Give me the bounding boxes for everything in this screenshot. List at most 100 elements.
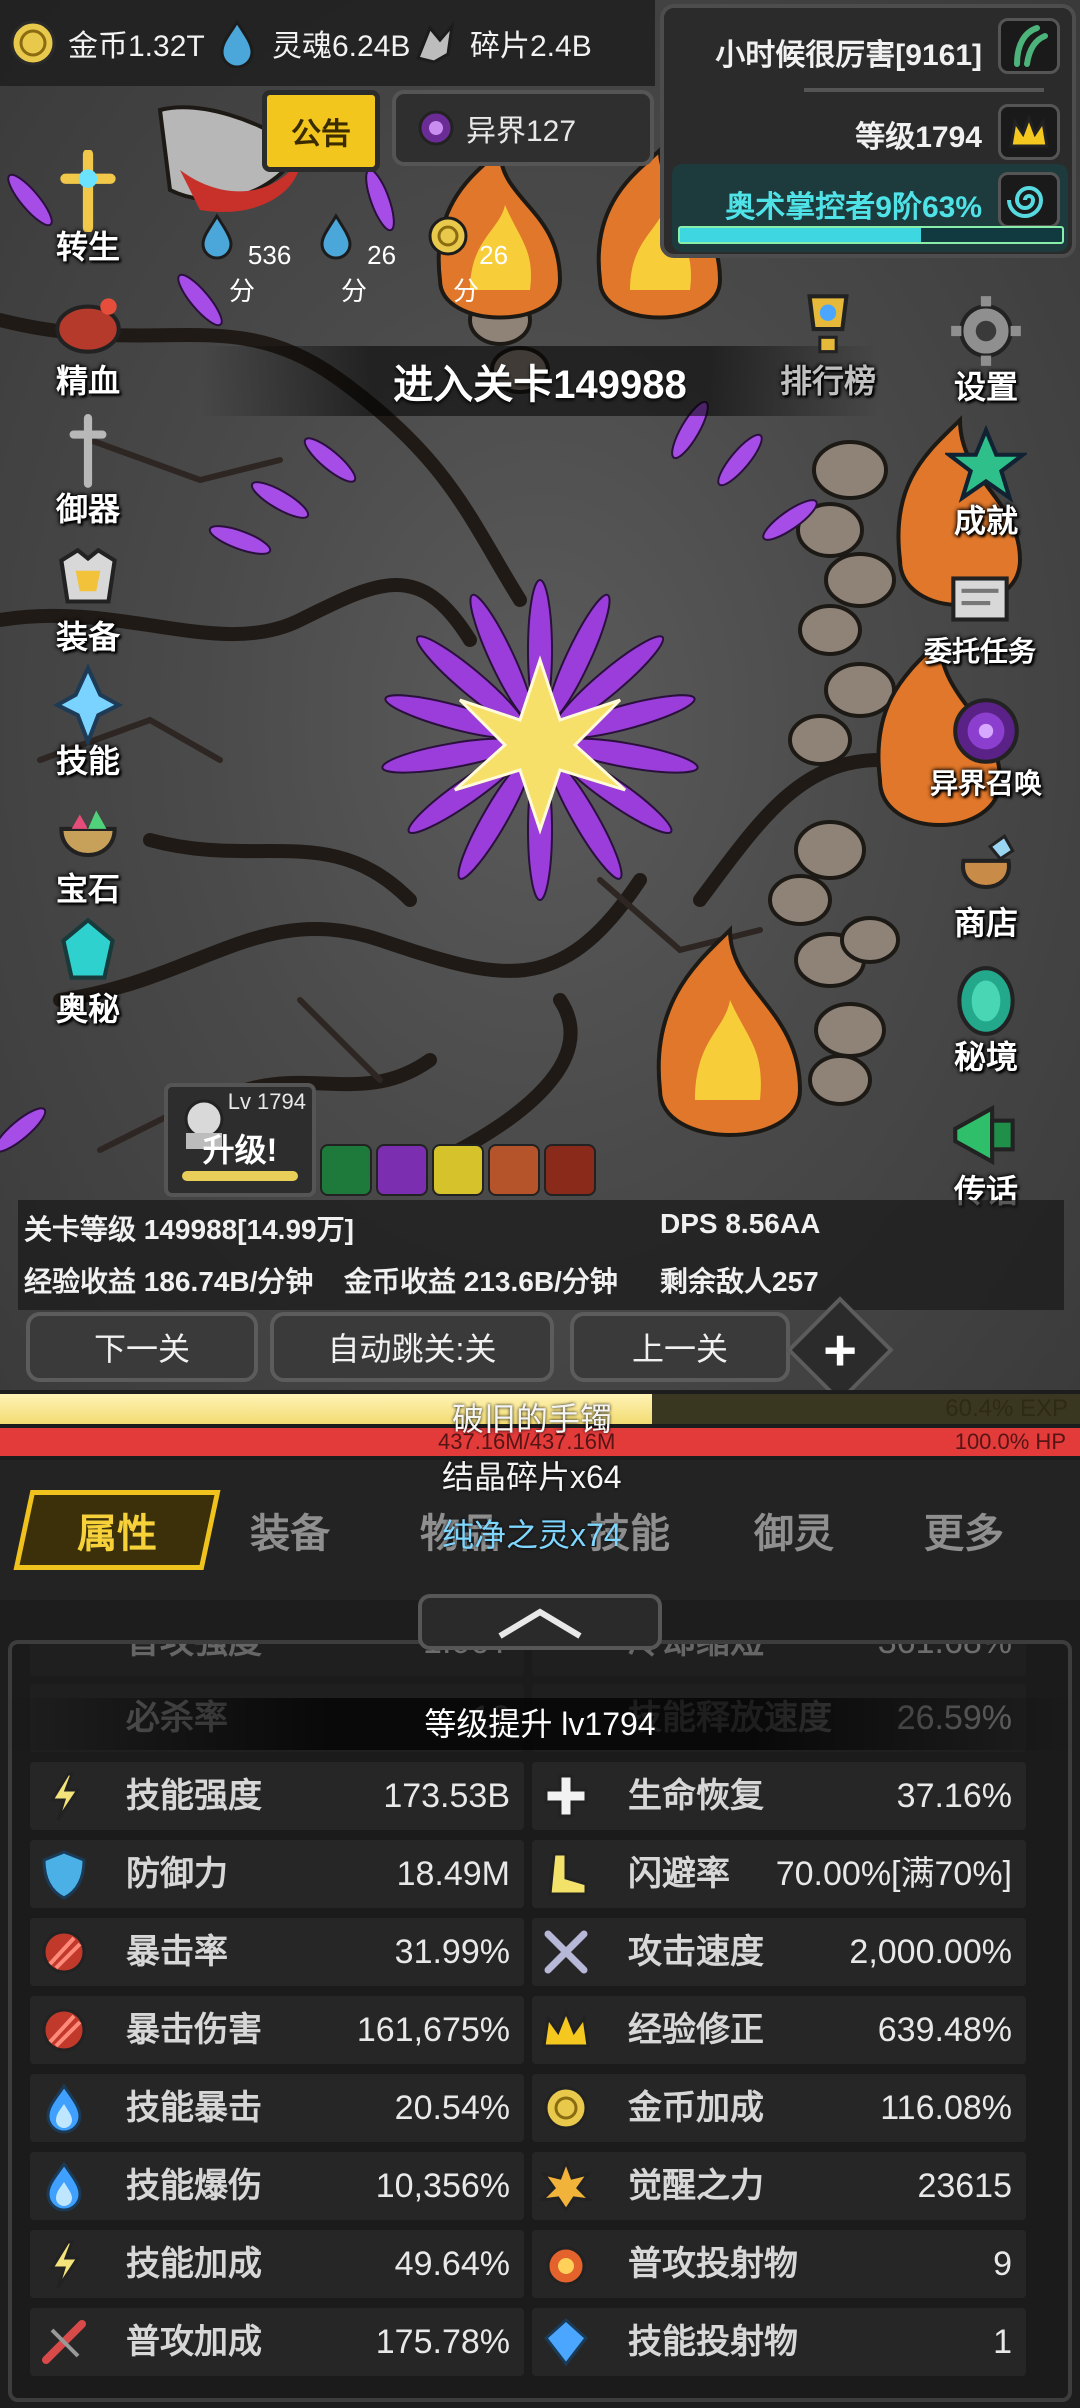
hp-label: 100.0% HP: [954, 1429, 1066, 1454]
next-stage-button[interactable]: 下一关: [26, 1312, 258, 1382]
resource-soul[interactable]: 灵魂6.24B: [212, 0, 410, 86]
menu-label: 御器: [55, 491, 120, 527]
menu-label: 异界召唤: [929, 768, 1042, 799]
stat-row[interactable]: 技能加成 49.64%: [30, 2230, 524, 2298]
stat-row[interactable]: 普攻加成 175.78%: [30, 2308, 524, 2376]
upgrade-button[interactable]: 升级!: [168, 1125, 312, 1171]
auto-skip-toggle[interactable]: 自动跳关:关: [270, 1312, 554, 1382]
stat-row[interactable]: 暴击伤害 161,675%: [30, 1996, 524, 2064]
stat-row[interactable]: 技能暴击 20.54%: [30, 2074, 524, 2142]
menu-label: 设置: [953, 369, 1018, 405]
blood-meat-icon: [55, 298, 121, 354]
skill-slot[interactable]: [320, 1144, 372, 1196]
ankh-icon: [60, 150, 116, 232]
battle-info: 关卡等级 149988[14.99万] DPS 8.56AA 经验收益 186.…: [18, 1200, 1064, 1310]
menu-skills[interactable]: 技能: [28, 664, 148, 784]
menu-weapon-control[interactable]: 御器: [28, 412, 148, 532]
class-progress: 奥术掌控者9阶63%: [725, 191, 982, 224]
menu-label: 排行榜: [779, 363, 876, 399]
buff-item[interactable]: 26分: [416, 212, 516, 308]
sun-icon: [540, 2160, 592, 2212]
stat-row[interactable]: 技能强度 173.53B: [30, 1762, 524, 1830]
class-progress-fill: [680, 228, 921, 242]
buff-list: 536分 26分 26分: [192, 212, 516, 308]
menu-label: 精血: [55, 363, 120, 399]
pouch-icon: [961, 834, 1015, 890]
menu-label: 装备: [55, 619, 120, 655]
portal-stone-icon: [957, 966, 1015, 1036]
stat-row[interactable]: 生命恢复 37.16%: [532, 1762, 1026, 1830]
stat-row[interactable]: 暴击率 31.99%: [30, 1918, 524, 1986]
tab-attributes[interactable]: 属性: [13, 1490, 221, 1570]
prev-stage-button[interactable]: 上一关: [570, 1312, 790, 1382]
stat-row[interactable]: 经验修正 639.48%: [532, 1996, 1026, 2064]
chevron-up-icon: [498, 1608, 582, 1639]
stat-value: 10,356%: [375, 2167, 510, 2205]
skill-slot[interactable]: [432, 1144, 484, 1196]
menu-secret-realm[interactable]: 秘境: [926, 960, 1046, 1080]
stat-value: 173.53B: [383, 1777, 510, 1815]
skill-slot[interactable]: [376, 1144, 428, 1196]
soul-buff-icon: [201, 213, 233, 260]
announcement-button[interactable]: 公告: [262, 90, 380, 172]
loot-notice: 破旧的手镯: [452, 1401, 613, 1437]
stat-row[interactable]: 攻击速度 2,000.00%: [532, 1918, 1026, 1986]
attribute-panel[interactable]: 普攻强度1.06T冷却缩短361.68%必杀率12技能释放速度26.59%技能强…: [8, 1640, 1072, 2402]
stat-row[interactable]: 技能爆伤 10,356%: [30, 2152, 524, 2220]
stat-row[interactable]: 普攻投射物 9: [532, 2230, 1026, 2298]
megaphone-icon: [953, 1104, 1015, 1166]
otherworld-button[interactable]: 异界127: [392, 90, 654, 166]
dps-value: DPS 8.56AA: [660, 1208, 821, 1239]
stat-name: 防御力: [126, 1855, 228, 1893]
menu-leaderboard[interactable]: 排行榜: [768, 284, 888, 404]
tab-equipment[interactable]: 装备: [220, 1490, 360, 1570]
stat-value: 70.00%[满70%]: [775, 1855, 1012, 1893]
menu-arcana[interactable]: 奥秘: [28, 912, 148, 1032]
hero-level-box[interactable]: Lv 1794 升级!: [164, 1083, 316, 1197]
shield-icon: [42, 1850, 86, 1900]
tab-more[interactable]: 更多: [894, 1490, 1034, 1570]
stat-value: 37.16%: [896, 1777, 1012, 1815]
stat-row[interactable]: 防御力 18.49M: [30, 1840, 524, 1908]
menu-announce-horn[interactable]: 传话: [926, 1094, 1046, 1214]
collapse-button[interactable]: [418, 1594, 662, 1650]
player-panel[interactable]: 小时候很厉害[9161] 等级1794 奥术掌控者9阶63%: [660, 4, 1076, 258]
otherworld-label: 异界127: [466, 115, 577, 148]
claw-mark-icon: [1014, 25, 1048, 67]
claw-icon: [42, 2008, 86, 2052]
menu-essence-blood[interactable]: 精血: [28, 284, 148, 404]
skill-slot[interactable]: [488, 1144, 540, 1196]
fire-orb-icon: [546, 2246, 586, 2286]
skill-slot[interactable]: [544, 1144, 596, 1196]
menu-label: 商店: [953, 905, 1018, 941]
stat-name: 暴击率: [126, 1933, 228, 1971]
stat-row[interactable]: 闪避率 70.00%[满70%]: [532, 1840, 1026, 1908]
stat-row[interactable]: 觉醒之力 23615: [532, 2152, 1026, 2220]
menu-commission[interactable]: 委托任务: [920, 558, 1040, 678]
menu-rebirth[interactable]: 转生: [28, 150, 148, 270]
menu-shop[interactable]: 商店: [926, 826, 1046, 946]
menu-achievements[interactable]: 成就: [926, 424, 1046, 544]
buff-item[interactable]: 536分: [192, 212, 292, 308]
coin-buff-icon: [428, 216, 468, 256]
hero-level: Lv 1794: [227, 1089, 306, 1114]
menu-otherworld-summon[interactable]: 异界召唤: [926, 690, 1046, 810]
resource-fragment[interactable]: 碎片2.4B: [410, 0, 592, 86]
stat-value: 161,675%: [356, 2011, 510, 2049]
player-level: 等级1794: [855, 121, 982, 154]
buff-item[interactable]: 26分: [304, 212, 404, 308]
stat-value: 20.54%: [394, 2089, 510, 2127]
stat-name: 生命恢复: [628, 1777, 764, 1815]
menu-gems[interactable]: 宝石: [28, 792, 148, 912]
tab-label: 属性: [77, 1512, 157, 1556]
announcement-label: 公告: [291, 118, 351, 151]
menu-equipment[interactable]: 装备: [28, 540, 148, 660]
stat-value: 49.64%: [394, 2245, 510, 2283]
tab-spirits[interactable]: 御灵: [724, 1490, 864, 1570]
stat-row[interactable]: 技能投射物 1: [532, 2308, 1026, 2376]
menu-settings[interactable]: 设置: [926, 290, 1046, 410]
resource-coin[interactable]: 金币1.32T: [8, 0, 205, 86]
stat-row[interactable]: 金币加成 116.08%: [532, 2074, 1026, 2142]
blue-flame-icon: [46, 2161, 82, 2212]
portal-icon: [418, 110, 454, 146]
